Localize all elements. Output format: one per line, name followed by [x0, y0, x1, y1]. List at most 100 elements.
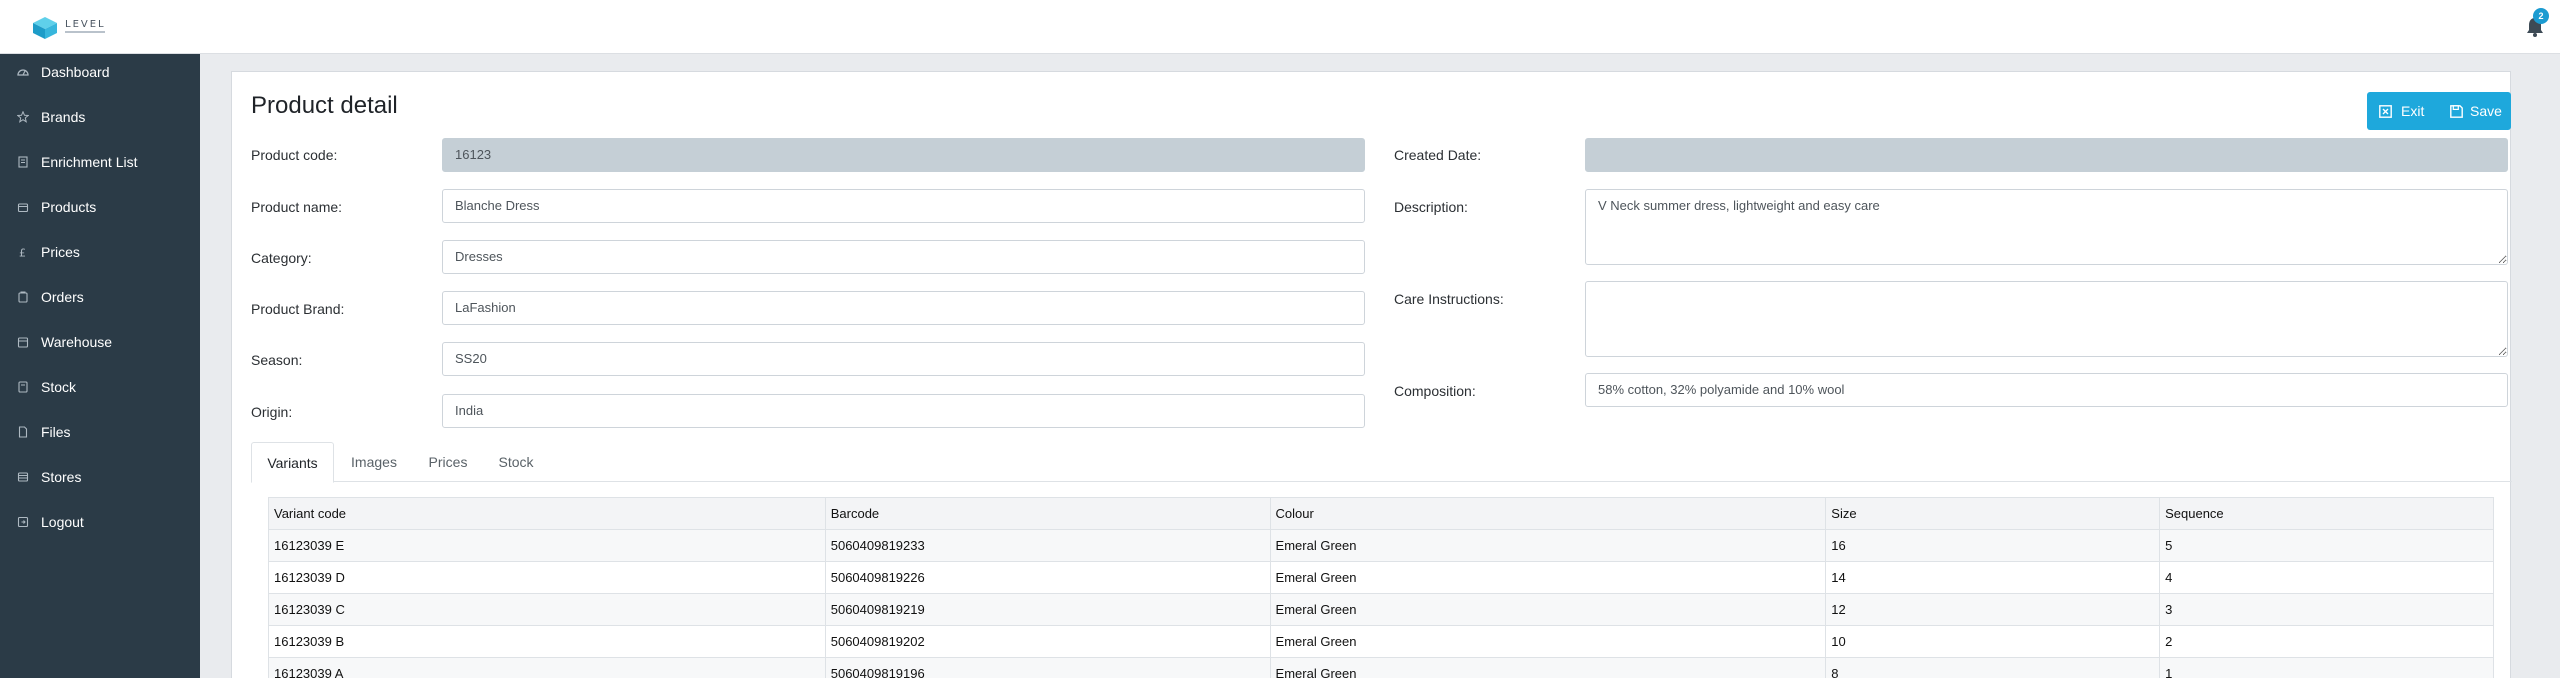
table-row[interactable]: 16123039 E 5060409819233 Emeral Green 16…	[268, 529, 2494, 562]
column-header[interactable]: Variant code	[268, 497, 826, 530]
logout-icon	[17, 516, 29, 528]
sidebar-item-prices[interactable]: £ Prices	[0, 235, 200, 269]
table-row[interactable]: 16123039 B 5060409819202 Emeral Green 10…	[268, 625, 2494, 658]
sidebar-item-warehouse[interactable]: Warehouse	[0, 325, 200, 359]
created-date-field	[1585, 138, 2508, 172]
description-textarea[interactable]: V Neck summer dress, lightweight and eas…	[1585, 189, 2508, 265]
tab-images[interactable]: Images	[334, 442, 414, 482]
table-cell: 2	[2159, 625, 2494, 658]
product-brand-label: Product Brand:	[251, 301, 345, 317]
composition-field[interactable]: 58% cotton, 32% polyamide and 10% wool	[1585, 373, 2508, 407]
sidebar-item-orders[interactable]: Orders	[0, 280, 200, 314]
product-name-label: Product name:	[251, 199, 343, 215]
column-header[interactable]: Colour	[1269, 497, 1827, 530]
table-cell: 5060409819196	[824, 657, 1271, 678]
table-cell: 16123039 C	[268, 593, 826, 626]
table-cell: Emeral Green	[1269, 593, 1827, 626]
table-row[interactable]: 16123039 D 5060409819226 Emeral Green 14…	[268, 561, 2494, 594]
exit-icon	[2379, 105, 2392, 118]
sidebar-item-label: Dashboard	[41, 64, 110, 80]
star-icon	[17, 111, 29, 123]
sidebar-item-dashboard[interactable]: Dashboard	[0, 55, 200, 89]
product-name-field[interactable]: Blanche Dress	[442, 189, 1365, 223]
notification-count-badge: 2	[2533, 8, 2549, 24]
composition-label: Composition:	[1394, 383, 1476, 399]
table-row[interactable]: 16123039 A 5060409819196 Emeral Green 8 …	[268, 657, 2494, 678]
table-cell: 5060409819202	[824, 625, 1271, 658]
page-title: Product detail	[251, 92, 398, 119]
origin-field[interactable]: India	[442, 394, 1365, 428]
sidebar-item-label: Prices	[41, 244, 80, 260]
top-bar: LEVEL 2	[0, 0, 2560, 54]
table-cell: 8	[1825, 657, 2161, 678]
sidebar-item-brands[interactable]: Brands	[0, 100, 200, 134]
table-cell: 5	[2159, 529, 2494, 562]
warehouse-icon	[17, 337, 29, 348]
table-cell: 5060409819233	[824, 529, 1271, 562]
logo-text: LEVEL	[65, 19, 106, 30]
sidebar-item-stock[interactable]: Stock	[0, 370, 200, 404]
store-icon	[17, 472, 29, 482]
tab-variants[interactable]: Variants	[251, 442, 334, 483]
column-header[interactable]: Size	[1825, 497, 2161, 530]
table-header-row: Variant code Barcode Colour Size Sequenc…	[268, 497, 2494, 530]
sidebar-item-label: Logout	[41, 514, 84, 530]
season-label: Season:	[251, 352, 303, 368]
tab-stock[interactable]: Stock	[482, 442, 550, 482]
cart-icon	[18, 291, 28, 303]
app-logo[interactable]: LEVEL	[32, 14, 122, 42]
product-detail-card: Product detail Exit Save Product code: 1…	[231, 71, 2512, 678]
pound-icon: £	[19, 247, 26, 259]
column-header[interactable]: Sequence	[2159, 497, 2494, 530]
sidebar-item-label: Orders	[41, 289, 84, 305]
sidebar-item-enrichment-list[interactable]: Enrichment List	[0, 145, 200, 179]
table-cell: 16123039 A	[268, 657, 826, 678]
save-button-label: Save	[2470, 103, 2502, 119]
table-cell: Emeral Green	[1269, 625, 1827, 658]
care-instructions-label: Care Instructions:	[1394, 291, 1504, 307]
table-cell: 5060409819226	[824, 561, 1271, 594]
table-cell: 3	[2159, 593, 2494, 626]
category-label: Category:	[251, 250, 312, 266]
season-field[interactable]: SS20	[442, 342, 1365, 376]
created-date-label: Created Date:	[1394, 147, 1482, 163]
tab-prices[interactable]: Prices	[414, 442, 482, 482]
logo-underline	[65, 31, 105, 33]
table-cell: 5060409819219	[824, 593, 1271, 626]
exit-button[interactable]: Exit	[2367, 92, 2439, 130]
save-button[interactable]: Save	[2439, 92, 2511, 130]
box-icon	[17, 203, 29, 213]
table-cell: 4	[2159, 561, 2494, 594]
table-cell: 14	[1825, 561, 2161, 594]
sidebar-item-label: Warehouse	[41, 334, 113, 350]
table-cell: 16	[1825, 529, 2161, 562]
product-code-label: Product code:	[251, 147, 338, 163]
save-icon	[2450, 105, 2463, 118]
column-header[interactable]: Barcode	[824, 497, 1271, 530]
product-code-field: 16123	[442, 138, 1365, 172]
origin-label: Origin:	[251, 404, 293, 420]
document-icon	[18, 156, 28, 168]
sidebar-item-files[interactable]: Files	[0, 415, 200, 449]
table-cell: 16123039 E	[268, 529, 826, 562]
variants-table-wrapper: Variant code Barcode Colour Size Sequenc…	[268, 497, 2494, 678]
logo-cube-icon	[33, 17, 57, 39]
category-field[interactable]: Dresses	[442, 240, 1365, 274]
table-cell: 10	[1825, 625, 2161, 658]
sidebar-item-stores[interactable]: Stores	[0, 460, 200, 494]
table-row[interactable]: 16123039 C 5060409819219 Emeral Green 12…	[268, 593, 2494, 626]
table-cell: Emeral Green	[1269, 561, 1827, 594]
sidebar-item-logout[interactable]: Logout	[0, 505, 200, 539]
action-button-group: Exit Save	[2367, 92, 2511, 130]
sidebar-item-label: Files	[41, 424, 71, 440]
table-cell: 16123039 D	[268, 561, 826, 594]
sidebar-item-label: Stores	[41, 469, 82, 485]
care-instructions-textarea[interactable]	[1585, 281, 2508, 357]
product-brand-field[interactable]: LaFashion	[442, 291, 1365, 325]
table-cell: 16123039 B	[268, 625, 826, 658]
sidebar-item-products[interactable]: Products	[0, 190, 200, 224]
dashboard-icon	[17, 69, 29, 76]
table-cell: Emeral Green	[1269, 657, 1827, 678]
exit-button-label: Exit	[2401, 103, 2425, 119]
description-label: Description:	[1394, 199, 1468, 215]
